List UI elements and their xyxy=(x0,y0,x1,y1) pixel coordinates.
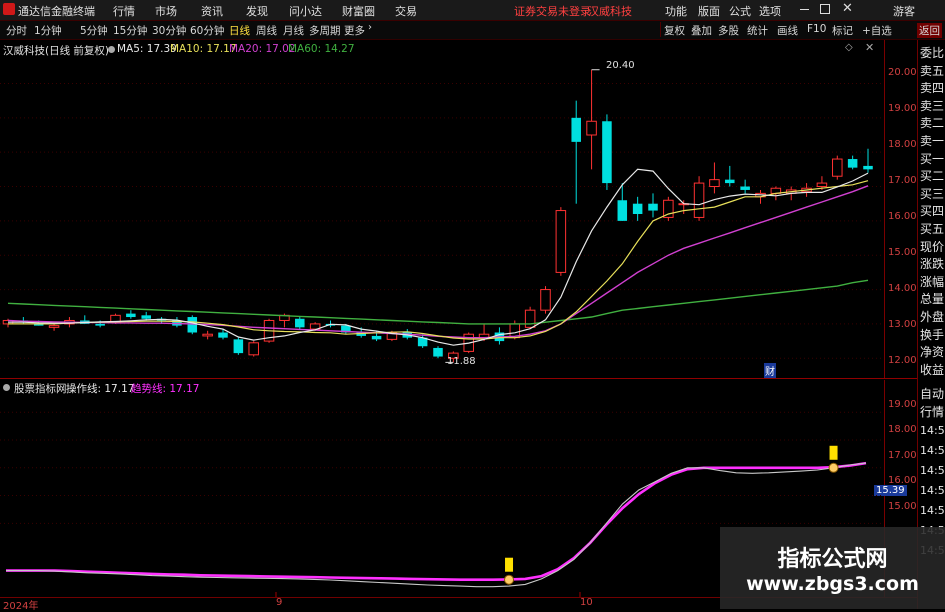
candle-body xyxy=(295,318,305,328)
main-y-tick: 14.00 xyxy=(888,283,917,294)
quote-item[interactable]: 卖二 xyxy=(920,114,945,131)
sub-y-tick: 18.00 xyxy=(888,424,917,435)
candle-body xyxy=(602,121,612,184)
candle-body xyxy=(233,339,244,354)
quote-item[interactable]: 净资 xyxy=(920,343,945,360)
back-button[interactable]: 返回 xyxy=(917,23,942,38)
candle-body xyxy=(555,210,567,273)
tick-time: 14:50 xyxy=(920,464,945,477)
main-y-tick: 19.00 xyxy=(888,103,917,114)
main-y-tick: 13.00 xyxy=(888,319,917,330)
watermark-title: 指标公式网 xyxy=(777,547,888,572)
sub-panel-item[interactable]: 行情 xyxy=(920,403,945,420)
candle-body xyxy=(586,120,597,136)
sub-y-tick: 15.00 xyxy=(888,501,917,512)
quote-item[interactable]: 买五 xyxy=(920,220,945,237)
quote-item[interactable]: 卖五 xyxy=(920,62,945,79)
candle-body xyxy=(740,186,750,190)
candle-body xyxy=(248,342,259,356)
main-y-tick: 20.00 xyxy=(888,67,917,78)
quote-item[interactable]: 外盘 xyxy=(920,308,945,325)
candle-body xyxy=(540,289,551,311)
candle-body xyxy=(126,313,136,318)
signal-coin-icon xyxy=(504,574,515,585)
ma20-line xyxy=(7,185,869,339)
candle-body xyxy=(693,182,705,218)
quote-item[interactable]: 涨幅 xyxy=(920,273,945,290)
candle-body xyxy=(847,159,858,168)
watermark-url: www.zbgs3.com xyxy=(746,573,919,595)
tick-time: 14:50 xyxy=(920,424,945,437)
tick-time: 14:50 xyxy=(920,444,945,457)
candle-body xyxy=(648,203,658,211)
quote-item[interactable]: 换手 xyxy=(920,326,945,343)
buy-signal-flag xyxy=(505,557,514,572)
kline-chart[interactable] xyxy=(0,0,885,597)
candle-body xyxy=(617,200,628,221)
ma5-line xyxy=(8,168,869,346)
quote-item[interactable]: 买三 xyxy=(920,185,945,202)
quote-item[interactable]: 委比 xyxy=(920,44,945,61)
candle-body xyxy=(141,315,151,319)
quote-item[interactable]: 收益 xyxy=(920,361,945,378)
date-label-month9: 9 xyxy=(276,597,283,608)
quote-item[interactable]: 总量 xyxy=(920,290,945,307)
candle-body xyxy=(816,182,828,188)
candle-body xyxy=(524,309,536,328)
candle-body xyxy=(187,317,198,333)
date-label-year: 2024年 xyxy=(3,601,39,612)
watermark-overlay: 指标公式网 www.zbgs3.com xyxy=(720,527,945,609)
buy-signal-flag xyxy=(829,445,838,460)
low-price-label: 11.88 xyxy=(447,356,476,367)
candle-body xyxy=(863,165,873,170)
main-y-tick: 15.00 xyxy=(888,247,917,258)
main-y-tick: 16.00 xyxy=(888,211,917,222)
ma60-line xyxy=(7,279,869,325)
candle-body xyxy=(709,179,720,188)
quote-item[interactable]: 买二 xyxy=(920,167,945,184)
side-panel-divider xyxy=(917,40,918,609)
ma10-line xyxy=(8,180,869,340)
quote-item[interactable]: 卖一 xyxy=(920,132,945,149)
quote-item[interactable]: 卖三 xyxy=(920,97,945,114)
high-price-label: 20.40 xyxy=(606,60,635,71)
signal-coin-icon xyxy=(828,462,839,473)
finance-badge[interactable]: 财 xyxy=(764,363,776,378)
candle-body xyxy=(218,332,228,338)
sub-y-tick: 19.00 xyxy=(888,399,917,410)
date-label-month10: 10 xyxy=(580,597,593,608)
tick-time: 14:50 xyxy=(920,504,945,517)
candle-body xyxy=(371,335,382,340)
main-y-tick: 17.00 xyxy=(888,175,917,186)
sub-y-tick: 17.00 xyxy=(888,450,917,461)
candle-body xyxy=(725,179,735,184)
candle-body xyxy=(95,323,105,326)
quote-item[interactable]: 买一 xyxy=(920,150,945,167)
candle-body xyxy=(48,325,60,328)
quote-item[interactable]: 现价 xyxy=(920,238,945,255)
quote-item[interactable]: 卖四 xyxy=(920,79,945,96)
candle-body xyxy=(632,203,643,214)
candle-body xyxy=(832,158,843,177)
sub-panel-item[interactable]: 自动 xyxy=(920,385,945,402)
tick-time: 14:50 xyxy=(920,484,945,497)
main-y-tick: 12.00 xyxy=(888,355,917,366)
candle-body xyxy=(571,117,581,142)
guest-login[interactable]: 游客 xyxy=(893,3,915,19)
quote-item[interactable]: 涨跌 xyxy=(920,255,945,272)
candle-body xyxy=(202,333,213,337)
main-y-tick: 18.00 xyxy=(888,139,917,150)
quote-item[interactable]: 买四 xyxy=(920,202,945,219)
candle-body xyxy=(433,347,443,357)
